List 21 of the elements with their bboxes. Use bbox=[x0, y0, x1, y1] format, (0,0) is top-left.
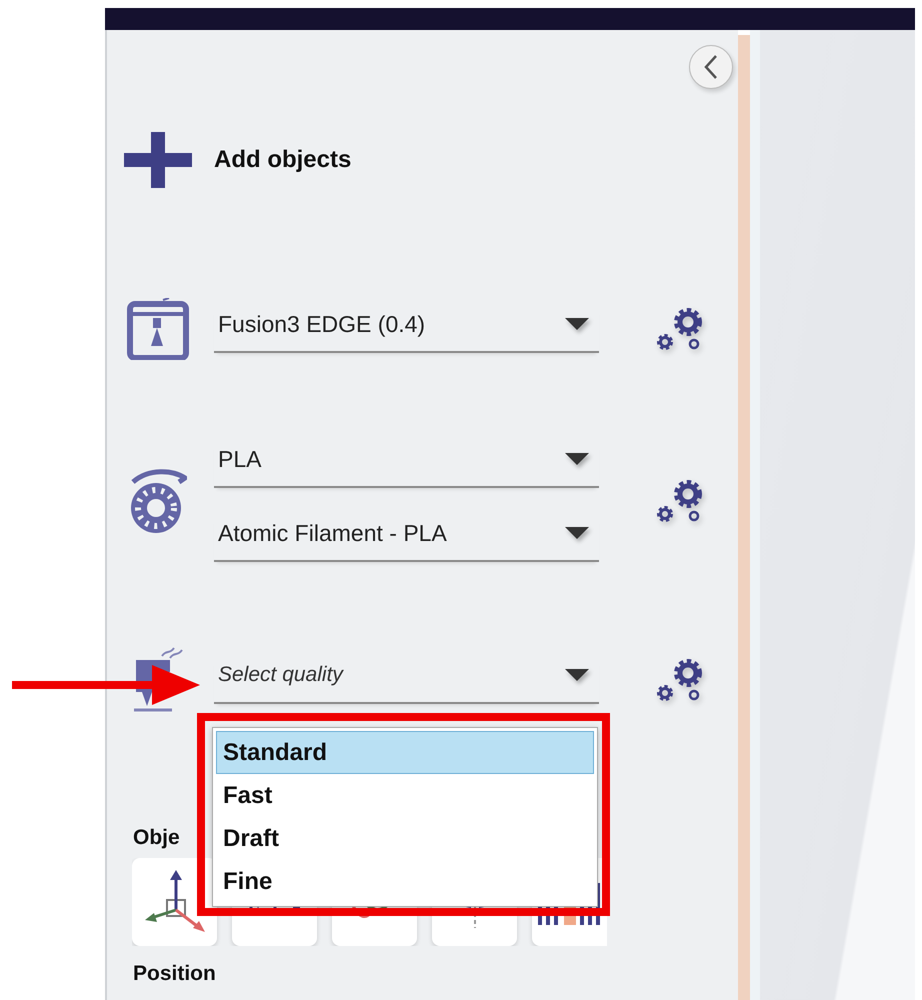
dropdown-option[interactable]: Fine bbox=[216, 860, 594, 903]
caret-icon bbox=[565, 318, 589, 330]
collapse-button[interactable] bbox=[689, 45, 733, 89]
spool-icon bbox=[129, 468, 187, 534]
plus-icon bbox=[124, 132, 192, 188]
quality-select[interactable]: Select quality bbox=[214, 656, 599, 704]
caret-icon bbox=[565, 527, 589, 539]
caret-icon bbox=[565, 669, 589, 681]
material-select[interactable]: PLA bbox=[214, 440, 599, 488]
chevron-left-icon bbox=[703, 54, 719, 80]
dropdown-option[interactable]: Standard bbox=[216, 731, 594, 774]
dropdown-option[interactable]: Fast bbox=[216, 774, 594, 817]
material-select[interactable]: Atomic Filament - PLA bbox=[214, 514, 599, 562]
printer-select[interactable]: Fusion3 EDGE (0.4) bbox=[214, 305, 599, 353]
section-heading: Position bbox=[133, 962, 216, 986]
add-objects-button[interactable]: Add objects bbox=[124, 132, 352, 188]
axes-icon[interactable] bbox=[144, 870, 204, 934]
printer-icon bbox=[127, 298, 189, 360]
dropdown-option[interactable]: Draft bbox=[216, 817, 594, 860]
section-heading: Obje bbox=[133, 826, 180, 850]
caret-icon bbox=[565, 453, 589, 465]
